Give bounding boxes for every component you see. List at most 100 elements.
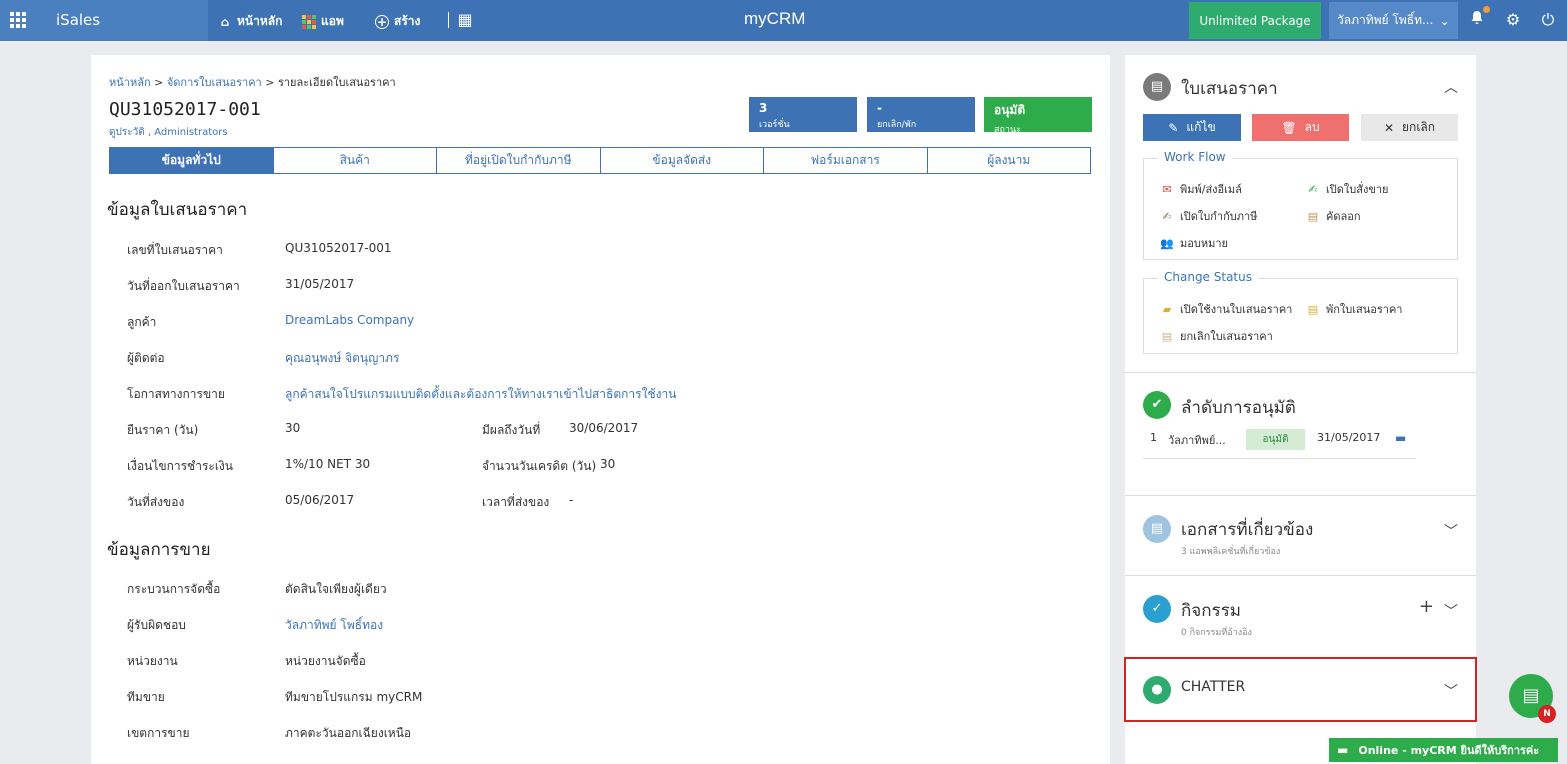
delete-button[interactable]: 🗑 ลบ [1252,114,1349,141]
activity-sub: 0 กิจกรรมที่อ้างอิง [1181,628,1252,638]
cancel-button[interactable]: ✕ ยกเลิก [1361,114,1458,141]
nav-create[interactable]: + สร้าง [375,12,420,31]
field-label: ผู้ติดต่อ [127,351,165,365]
power-icon[interactable]: ⏻ [1538,10,1558,30]
tab-billing-address[interactable]: ที่อยู่เปิดใบกำกับภาษี [437,148,601,173]
workflow-copy[interactable]: ▤ คัดลอก [1306,207,1361,225]
calendar-icon[interactable]: ▦ [455,10,475,30]
unit-value: หน่วยงานจัดซื้อ [285,654,366,668]
stat-cancel-hold[interactable]: - ยกเลิก/พัก [867,97,975,132]
field-label: หน่วยงาน [127,654,178,668]
approval-section: ✔ ลำดับการอนุมัติ 1 วัลภาทิพย์... อนุมัต… [1125,373,1476,496]
approval-title: ลำดับการอนุมัติ [1181,398,1296,418]
field-label: จำนวนวันเครดิต (วัน) [482,459,597,473]
customer-link[interactable]: DreamLabs Company [285,313,414,327]
change-status-label: Change Status [1158,270,1258,284]
credit-days-value: 30 [600,457,616,471]
app-launcher-icon[interactable] [10,12,26,28]
user-menu[interactable]: วัลภาทิพย์ โพธิ์ท... ⌄ [1329,2,1458,39]
bell-icon[interactable] [1467,10,1487,30]
workflow-group: Work Flow ✉ พิมพ์/ส่งอีเมล์ ✍ เปิดใบสั่ง… [1143,150,1458,260]
field-label: กระบวนการจัดซื้อ [127,582,221,596]
workflow-item-label: มอบหมาย [1180,237,1228,250]
chat-icon: ▬ [1337,743,1349,757]
workflow-print-email[interactable]: ✉ พิมพ์/ส่งอีเมล์ [1160,180,1242,198]
workflow-assign[interactable]: 👥 มอบหมาย [1160,234,1228,252]
envelope-icon: ✉ [1162,182,1172,196]
comment-icon[interactable]: ▬ [1395,431,1406,445]
invoice-icon: ✍ [1162,209,1172,223]
add-activity-icon[interactable]: + [1419,596,1434,617]
field-label: ผู้รับผิดชอบ [127,618,186,632]
field-label: ทีมขาย [127,690,165,704]
quote-number-value: QU31052017-001 [285,241,392,255]
chevron-down-icon[interactable]: ﹀ [1444,521,1458,541]
stat-status[interactable]: อนุมัติ สถานะ [984,97,1092,135]
approval-status-badge: อนุมัติ [1246,429,1305,450]
notification-dot [1483,6,1490,13]
validity-value: 30 [285,421,301,435]
edit-doc-icon: ✍ [1308,182,1318,196]
nav-home[interactable]: ⌂ หน้าหลัก [218,12,283,31]
chevron-up-icon[interactable]: ︿ [1444,77,1458,97]
workflow-item-label: พิมพ์/ส่งอีเมล์ [1180,183,1242,196]
status-hold[interactable]: ▤ พักใบเสนอราคา [1306,300,1403,318]
owner-link[interactable]: วัลภาทิพย์ โพธิ์ทอง [285,616,383,635]
nav-apps[interactable]: แอพ [302,12,344,31]
documents-icon: ▤ [1143,515,1171,543]
stat-versions[interactable]: 3 เวอร์ชั่น [749,97,857,132]
tab-signers[interactable]: ผู้ลงนาม [928,148,1091,173]
nav-divider [448,12,449,28]
edit-button[interactable]: ✎ แก้ไข [1143,114,1241,141]
breadcrumb-sep: > [265,76,275,89]
payment-terms-value: 1%/10 NET 30 [285,457,371,471]
online-text: Online - myCRM ยินดีให้บริการค่ะ [1358,744,1540,757]
app-name: iSales [56,11,101,29]
breadcrumb-manage[interactable]: จัดการใบเสนอราคา [167,76,262,89]
edit-label: แก้ไข [1186,120,1216,134]
package-button[interactable]: Unlimited Package [1189,2,1321,39]
breadcrumb: หน้าหลัก > จัดการใบเสนอราคา > รายละเอียด… [109,73,396,91]
online-chat-bar[interactable]: ▬ Online - myCRM ยินดีให้บริการค่ะ [1329,738,1558,762]
related-sub: 3 แอพพลิเคชั่นที่เกี่ยวข้อง [1181,547,1281,557]
nav-apps-label: แอพ [321,14,344,28]
chatter-title: CHATTER [1181,679,1246,695]
field-label: เงื่อนไขการชำระเงิน [127,459,233,473]
tab-forms[interactable]: ฟอร์มเอกสาร [764,148,928,173]
tab-products[interactable]: สินค้า [274,148,437,173]
territory-value: ภาคตะวันออกเฉียงเหนือ [285,726,412,740]
plus-circle-icon: + [375,14,389,29]
workflow-item-label: เปิดใบสั่งขาย [1326,183,1389,196]
approval-row: 1 วัลภาทิพย์... อนุมัติ 31/05/2017 ▬ [1143,429,1416,459]
stat-value: - [877,101,882,115]
status-item-label: พักใบเสนอราคา [1326,303,1403,316]
tab-general[interactable]: ข้อมูลทั่วไป [110,148,274,173]
top-bar: iSales ⌂ หน้าหลัก แอพ + สร้าง ▦ myCRM Un… [0,0,1567,41]
chevron-down-icon[interactable]: ﹀ [1444,601,1458,621]
chevron-down-icon[interactable]: ﹀ [1444,681,1458,701]
field-label: ยืนราคา (วัน) [127,423,199,437]
field-label: เขตการขาย [127,726,190,740]
gear-icon[interactable]: ⚙ [1503,10,1523,30]
workflow-item-label: เปิดใบกำกับภาษี [1180,210,1258,223]
new-badge: N [1538,705,1556,723]
history-link[interactable]: ดูประวัติ , Administrators [109,125,228,140]
contact-link[interactable]: คุณอนุพงษ์ จิตนุญาภร [285,349,399,368]
status-cancel[interactable]: ▤ ยกเลิกใบเสนอราคา [1160,327,1273,345]
workflow-open-order[interactable]: ✍ เปิดใบสั่งขาย [1306,180,1388,198]
status-activate[interactable]: ▰ เปิดใช้งานใบเสนอราคา [1160,300,1293,318]
breadcrumb-home[interactable]: หน้าหลัก [109,76,151,89]
stat-label: สถานะ [994,125,1021,135]
field-label: มีผลถึงวันที่ [482,423,541,437]
stat-value: 3 [759,101,768,115]
process-value: ตัดสินใจเพียงผู้เดียว [285,582,387,596]
approval-date: 31/05/2017 [1317,431,1381,444]
chatter-section[interactable]: ● CHATTER ﹀ [1124,657,1477,722]
doc-pause-icon: ▤ [1307,302,1319,316]
opportunity-link[interactable]: ลูกค้าสนใจโปรแกรมแบบติดตั้งและต้องการให้… [285,385,676,404]
tab-shipping[interactable]: ข้อมูลจัดส่ง [601,148,764,173]
quote-detail-panel: หน้าหลัก > จัดการใบเสนอราคา > รายละเอียด… [91,55,1110,764]
workflow-open-invoice[interactable]: ✍ เปิดใบกำกับภาษี [1160,207,1257,225]
stat-label: ยกเลิก/พัก [877,120,917,130]
field-label: วันที่ส่งของ [127,495,185,509]
